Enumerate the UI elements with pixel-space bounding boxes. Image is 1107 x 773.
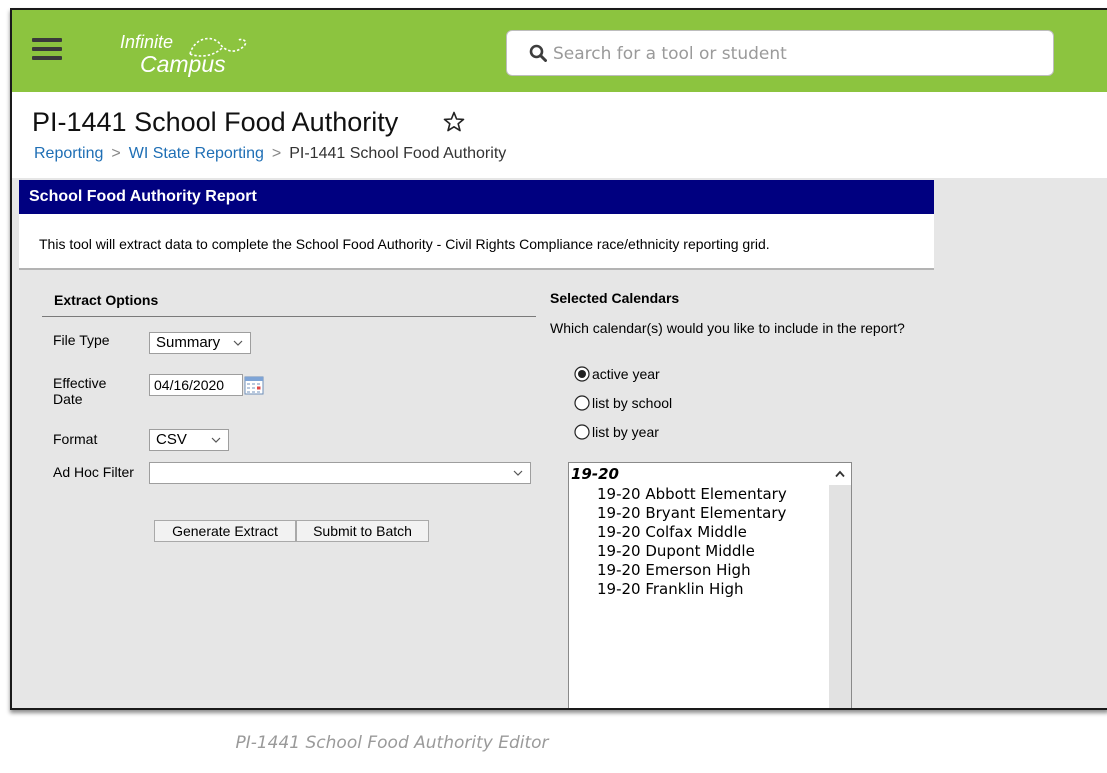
infinite-campus-logo[interactable]: Infinite Campus [118, 24, 258, 78]
calendar-list: 19-20 Abbott Elementary 19-20 Bryant Ele… [597, 485, 787, 599]
generate-extract-button[interactable]: Generate Extract [154, 520, 296, 542]
format-label: Format [53, 431, 98, 447]
search-input[interactable] [551, 40, 1035, 68]
format-select[interactable]: CSV [149, 429, 229, 451]
page-title: PI-1441 School Food Authority [32, 107, 399, 137]
breadcrumb-current: PI-1441 School Food Authority [289, 145, 507, 162]
radio-label: list by year [592, 424, 659, 440]
submit-to-batch-button[interactable]: Submit to Batch [296, 520, 429, 542]
scroll-up-arrow-icon [835, 470, 845, 478]
list-item[interactable]: 19-20 Emerson High [597, 561, 787, 580]
extract-options-divider [42, 316, 536, 317]
file-type-select[interactable]: Summary [149, 332, 251, 354]
calendar-icon[interactable] [244, 375, 264, 395]
scroll-up-button[interactable] [829, 463, 851, 485]
breadcrumb-wi-state-reporting[interactable]: WI State Reporting [129, 145, 264, 162]
hamburger-menu-icon[interactable] [32, 38, 62, 62]
radio-list-by-year[interactable]: list by year [574, 423, 659, 441]
radio-active-year[interactable]: active year [574, 365, 660, 383]
calendar-group-label: 19-20 [571, 465, 619, 483]
breadcrumb-reporting[interactable]: Reporting [34, 145, 103, 162]
format-value: CSV [156, 431, 187, 448]
breadcrumb: Reporting > WI State Reporting > PI-1441 Sch… [34, 145, 506, 163]
calendars-question: Which calendar(s) would you like to incl… [550, 320, 905, 336]
list-item[interactable]: 19-20 Abbott Elementary [597, 485, 787, 504]
figure-caption: PI-1441 School Food Authority Editor [235, 733, 549, 753]
effective-date-label: Effective Date [53, 375, 107, 407]
chevron-down-icon [233, 340, 243, 346]
list-item[interactable]: 19-20 Colfax Middle [597, 523, 787, 542]
extract-options-title: Extract Options [54, 292, 159, 308]
logo-swoosh-icon [189, 37, 247, 57]
chevron-down-icon [211, 437, 221, 443]
file-type-label: File Type [53, 332, 110, 348]
radio-label: list by school [592, 395, 673, 411]
radio-selected-icon [574, 366, 590, 382]
ad-hoc-filter-select[interactable] [149, 462, 531, 484]
listbox-scrollbar[interactable] [829, 463, 851, 708]
ad-hoc-filter-label: Ad Hoc Filter [53, 464, 134, 480]
selected-calendars-title: Selected Calendars [550, 290, 680, 306]
calendar-listbox[interactable]: 19-20 19-20 Abbott Elementary 19-20 Brya… [568, 462, 852, 708]
radio-list-by-school[interactable]: list by school [574, 394, 672, 412]
panel-header: School Food Authority Report [19, 180, 934, 214]
breadcrumb-separator-icon: > [271, 145, 282, 162]
list-item[interactable]: 19-20 Franklin High [597, 580, 787, 599]
app-window: Infinite Campus PI-1441 School Food Auth… [10, 8, 1107, 710]
top-bar: Infinite Campus [12, 10, 1107, 92]
file-type-value: Summary [156, 334, 221, 351]
list-item[interactable]: 19-20 Dupont Middle [597, 542, 787, 561]
radio-label: active year [592, 366, 660, 382]
search-icon [529, 44, 547, 62]
radio-icon [574, 424, 590, 440]
chevron-down-icon [513, 470, 523, 476]
breadcrumb-separator-icon: > [111, 145, 121, 162]
star-outline-icon[interactable] [442, 110, 466, 134]
radio-icon [574, 395, 590, 411]
logo-line1: Infinite [120, 32, 174, 52]
effective-date-input[interactable]: 04/16/2020 [149, 374, 243, 396]
title-area: PI-1441 School Food Authority Reporting >… [12, 92, 1107, 178]
list-item[interactable]: 19-20 Bryant Elementary [597, 504, 787, 523]
panel-description: This tool will extract data to complete … [19, 214, 934, 270]
search-box[interactable] [506, 30, 1054, 76]
